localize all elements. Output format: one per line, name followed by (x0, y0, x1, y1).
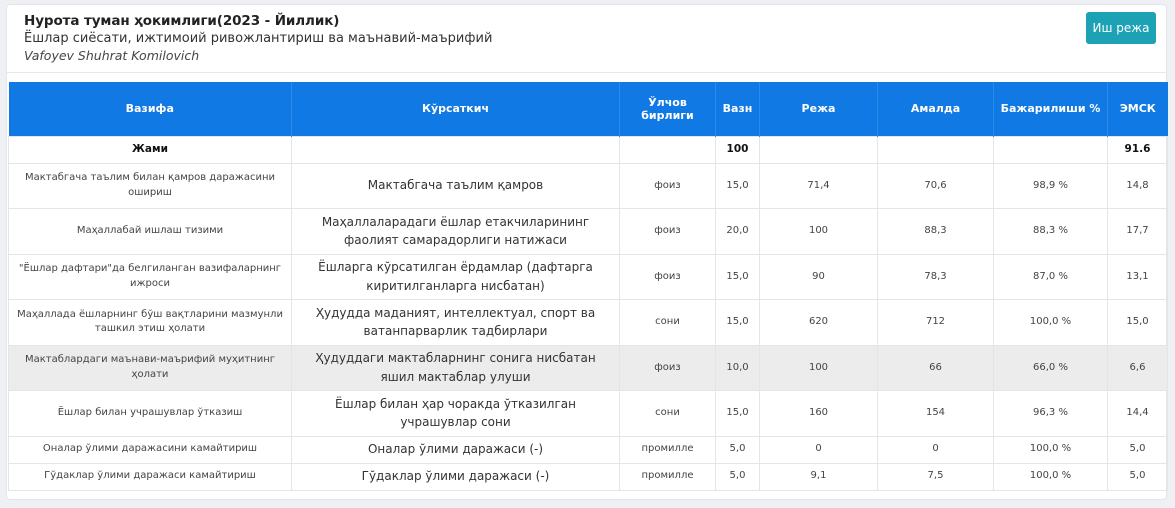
cell-task: Гўдаклар ўлими даражаси камайтириш (8, 462, 292, 491)
cell-task: Маҳаллада ёшларнинг бўш вақтларини мазму… (8, 299, 292, 346)
table-row[interactable]: Гўдаклар ўлими даражаси камайтириш Гўдак… (8, 462, 1168, 491)
cell-emsk: 6,6 (1107, 344, 1168, 391)
cell-actual: 712 (877, 299, 994, 346)
total-emsk: 91.6 (1107, 135, 1168, 164)
table-row[interactable]: Маҳаллада ёшларнинг бўш вақтларини мазму… (8, 299, 1168, 346)
kpi-table: Вазифа Кўрсаткич Ўлчов бирлиги Вазн Режа… (8, 82, 1168, 491)
cell-weight: 15,0 (715, 162, 760, 209)
cell-actual: 154 (877, 390, 994, 437)
column-header-task[interactable]: Вазифа (8, 82, 292, 136)
cell-percent: 100,0 % (993, 462, 1108, 491)
cell-unit: фоиз (619, 208, 716, 255)
column-header-emsk[interactable]: ЭМСК (1107, 82, 1168, 136)
table-total-row: Жами 100 91.6 (8, 135, 1168, 164)
cell-plan: 71,4 (759, 162, 878, 209)
cell-plan: 9,1 (759, 462, 878, 491)
column-header-weight[interactable]: Вазн (715, 82, 760, 136)
cell-unit: промилле (619, 435, 716, 464)
cell-actual: 0 (877, 435, 994, 464)
table-row[interactable]: "Ёшлар дафтари"да белгиланган вазифаларн… (8, 253, 1168, 300)
cell-task: Маҳаллабай ишлаш тизими (8, 208, 292, 255)
cell-task: "Ёшлар дафтари"да белгиланган вазифаларн… (8, 253, 292, 300)
column-header-unit[interactable]: Ўлчов бирлиги (619, 82, 716, 136)
cell-task: Мактабгача таълим билан қамров даражасин… (8, 162, 292, 209)
cell-plan: 0 (759, 435, 878, 464)
page-title: Нурота туман ҳокимлиги(2023 - Йиллик) (24, 13, 340, 29)
cell-task: Мактаблардаги маънави-маърифий муҳитнинг… (8, 344, 292, 391)
cell-actual: 78,3 (877, 253, 994, 300)
table-row[interactable]: Оналар ўлими даражасини камайтириш Онала… (8, 435, 1168, 464)
cell-weight: 10,0 (715, 344, 760, 391)
cell-emsk: 5,0 (1107, 435, 1168, 464)
cell-indicator: Оналар ўлими даражаси (-) (291, 435, 620, 464)
cell-actual: 7,5 (877, 462, 994, 491)
column-header-plan[interactable]: Режа (759, 82, 878, 136)
cell-indicator: Ёшларга кўрсатилган ёрдамлар (дафтарга к… (291, 253, 620, 300)
page-subtitle: Ёшлар сиёсати, ижтимоий ривожлантириш ва… (24, 31, 493, 46)
cell-percent: 98,9 % (993, 162, 1108, 209)
cell-unit: сони (619, 390, 716, 437)
table-header-row: Вазифа Кўрсаткич Ўлчов бирлиги Вазн Режа… (8, 82, 1168, 136)
cell-plan: 100 (759, 208, 878, 255)
cell-actual: 88,3 (877, 208, 994, 255)
cell-unit: фоиз (619, 344, 716, 391)
cell-unit: фоиз (619, 162, 716, 209)
column-header-actual[interactable]: Амалда (877, 82, 994, 136)
total-label: Жами (8, 135, 292, 164)
table-row[interactable]: Мактабгача таълим билан қамров даражасин… (8, 162, 1168, 209)
cell-indicator: Ҳудуддаги мактабларнинг сонига нисбатан … (291, 344, 620, 391)
cell-percent: 88,3 % (993, 208, 1108, 255)
cell-weight: 15,0 (715, 299, 760, 346)
cell-indicator: Ёшлар билан ҳар чоракда ўтказилган учраш… (291, 390, 620, 437)
table-row[interactable]: Маҳаллабай ишлаш тизими Маҳаллаларадаги … (8, 208, 1168, 255)
cell-weight: 15,0 (715, 390, 760, 437)
work-plan-button[interactable]: Иш режа (1086, 12, 1156, 44)
cell-unit: сони (619, 299, 716, 346)
table-row[interactable]: Ёшлар билан учрашувлар ўтказиш Ёшлар бил… (8, 390, 1168, 437)
cell-emsk: 14,4 (1107, 390, 1168, 437)
cell-unit: фоиз (619, 253, 716, 300)
cell-percent: 96,3 % (993, 390, 1108, 437)
cell-weight: 20,0 (715, 208, 760, 255)
column-header-indicator[interactable]: Кўрсаткич (291, 82, 620, 136)
table-row-highlighted[interactable]: Мактаблардаги маънави-маърифий муҳитнинг… (8, 344, 1168, 391)
cell-plan: 620 (759, 299, 878, 346)
column-header-percent[interactable]: Бажарилиши % (993, 82, 1108, 136)
cell-emsk: 17,7 (1107, 208, 1168, 255)
cell-indicator: Маҳаллаларадаги ёшлар етакчиларининг фао… (291, 208, 620, 255)
cell-percent: 100,0 % (993, 299, 1108, 346)
cell-indicator: Ҳудудда маданият, интеллектуал, спорт ва… (291, 299, 620, 346)
total-weight: 100 (715, 135, 760, 164)
cell-indicator: Гўдаклар ўлими даражаси (-) (291, 462, 620, 491)
report-card: Нурота туман ҳокимлиги(2023 - Йиллик) Ёш… (6, 4, 1168, 500)
cell-actual: 70,6 (877, 162, 994, 209)
cell-task: Оналар ўлими даражасини камайтириш (8, 435, 292, 464)
cell-unit: промилле (619, 462, 716, 491)
cell-emsk: 5,0 (1107, 462, 1168, 491)
kpi-table-wrapper: Вазифа Кўрсаткич Ўлчов бирлиги Вазн Режа… (8, 82, 1168, 491)
cell-weight: 5,0 (715, 435, 760, 464)
cell-plan: 90 (759, 253, 878, 300)
cell-percent: 100,0 % (993, 435, 1108, 464)
cell-emsk: 13,1 (1107, 253, 1168, 300)
cell-emsk: 14,8 (1107, 162, 1168, 209)
cell-task: Ёшлар билан учрашувлар ўтказиш (8, 390, 292, 437)
cell-percent: 87,0 % (993, 253, 1108, 300)
cell-weight: 15,0 (715, 253, 760, 300)
cell-actual: 66 (877, 344, 994, 391)
responsible-person: Vafoyev Shuhrat Komilovich (24, 48, 200, 63)
cell-percent: 66,0 % (993, 344, 1108, 391)
cell-plan: 160 (759, 390, 878, 437)
cell-weight: 5,0 (715, 462, 760, 491)
cell-emsk: 15,0 (1107, 299, 1168, 346)
cell-plan: 100 (759, 344, 878, 391)
cell-indicator: Мактабгача таълим қамров (291, 162, 620, 209)
card-header: Нурота туман ҳокимлиги(2023 - Йиллик) Ёш… (7, 5, 1166, 73)
